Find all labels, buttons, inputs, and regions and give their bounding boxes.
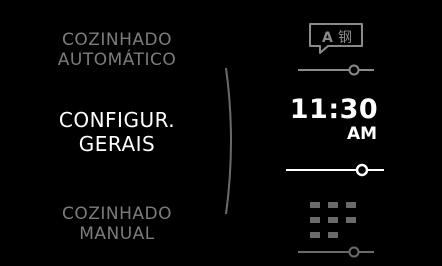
manual-preview[interactable] [284,196,384,260]
menu-item-automatic-cooking[interactable]: COZINHADO AUTOMÁTICO [28,30,206,71]
menu-item-line1: COZINHADO [61,30,172,50]
menu-item-line2: GERAIS [78,132,156,156]
latin-glyph: A [322,30,333,46]
menu-item-line1: CONFIGUR. [58,108,176,132]
cjk-glyph: 钢 [338,30,352,46]
menu-item-general-settings[interactable]: CONFIGUR. GERAIS [28,108,206,156]
menu-item-line1: COZINHADO [61,204,172,224]
clock-slider-icon [286,163,384,177]
language-icon: A 钢 [298,23,374,76]
scroll-divider [225,67,232,215]
grid-icon [298,202,374,258]
language-preview[interactable]: A 钢 [284,22,384,80]
menu-item-manual-cooking[interactable]: COZINHADO MANUAL [28,204,206,245]
menu-item-line2: AUTOMÁTICO [57,50,177,71]
settings-screen: COZINHADO AUTOMÁTICO CONFIGUR. GERAIS CO… [0,0,442,266]
menu-item-line2: MANUAL [79,224,155,245]
clock-preview[interactable]: 11:30 AM [284,94,384,182]
